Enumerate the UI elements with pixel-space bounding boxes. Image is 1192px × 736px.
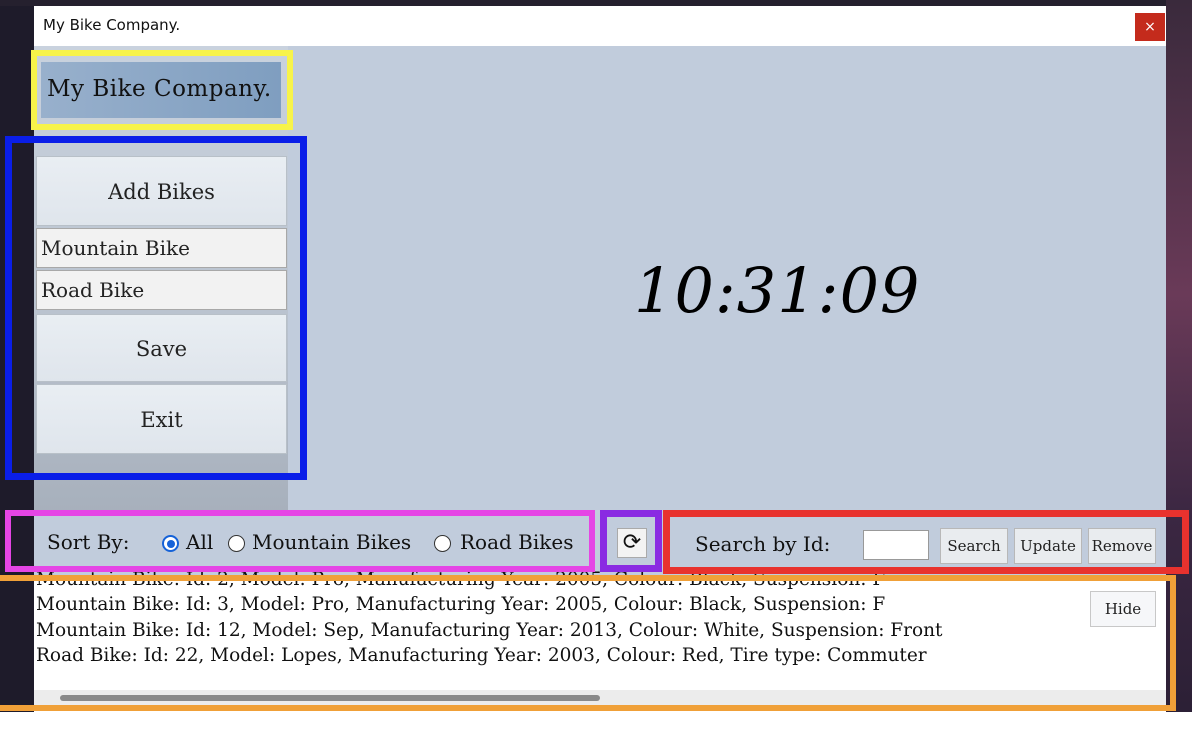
sort-road-label[interactable]: Road Bikes [460, 530, 574, 554]
sort-mountain-radio[interactable] [228, 535, 245, 552]
refresh-button[interactable]: ⟳ [617, 528, 647, 558]
scrollbar-thumb[interactable] [60, 695, 600, 701]
window-title: My Bike Company. [43, 16, 181, 34]
search-label: Search by Id: [695, 532, 831, 556]
main-content: My Bike Company. Add Bikes Mountain Bike… [34, 46, 1166, 714]
sort-label: Sort By: [47, 530, 130, 554]
bike-list-output[interactable]: Mountain Bike: Id: 2, Model: Pro, Manufa… [34, 569, 1166, 714]
sort-all-label[interactable]: All [186, 530, 213, 554]
add-bikes-button[interactable]: Add Bikes [36, 156, 287, 226]
sort-all-radio[interactable] [162, 535, 179, 552]
close-button[interactable]: × [1135, 13, 1165, 41]
company-logo: My Bike Company. [41, 62, 281, 118]
desktop-background-bottom [0, 712, 1192, 736]
horizontal-scrollbar[interactable] [34, 690, 1166, 708]
sort-mountain-label[interactable]: Mountain Bikes [252, 530, 411, 554]
logo-text: My Bike Company. [47, 76, 272, 102]
output-line: Mountain Bike: Id: 3, Model: Pro, Manufa… [36, 594, 886, 615]
search-panel: Search by Id: Search Update Remove [678, 520, 1158, 564]
output-line: Mountain Bike: Id: 2, Model: Pro, Manufa… [36, 569, 886, 590]
digital-clock: 10:31:09 [634, 254, 921, 327]
road-bike-button[interactable]: Road Bike [36, 270, 287, 310]
title-bar: My Bike Company. × [34, 6, 1166, 46]
output-line: Mountain Bike: Id: 12, Model: Sep, Manuf… [36, 620, 943, 641]
save-button[interactable]: Save [36, 314, 287, 382]
search-id-input[interactable] [863, 530, 929, 560]
search-button[interactable]: Search [940, 528, 1008, 564]
hide-button[interactable]: Hide [1090, 591, 1156, 627]
app-window: My Bike Company. × My Bike Company. Add … [34, 6, 1166, 714]
sort-road-radio[interactable] [434, 535, 451, 552]
sort-panel: Sort By: All Mountain Bikes Road Bikes [42, 520, 586, 564]
update-button[interactable]: Update [1014, 528, 1082, 564]
sidebar: My Bike Company. Add Bikes Mountain Bike… [34, 46, 288, 512]
mountain-bike-button[interactable]: Mountain Bike [36, 228, 287, 268]
desktop-background-right [1166, 0, 1192, 736]
output-line: Road Bike: Id: 22, Model: Lopes, Manufac… [36, 645, 927, 666]
remove-button[interactable]: Remove [1088, 528, 1156, 564]
exit-button[interactable]: Exit [36, 384, 287, 454]
refresh-icon: ⟳ [622, 530, 642, 555]
